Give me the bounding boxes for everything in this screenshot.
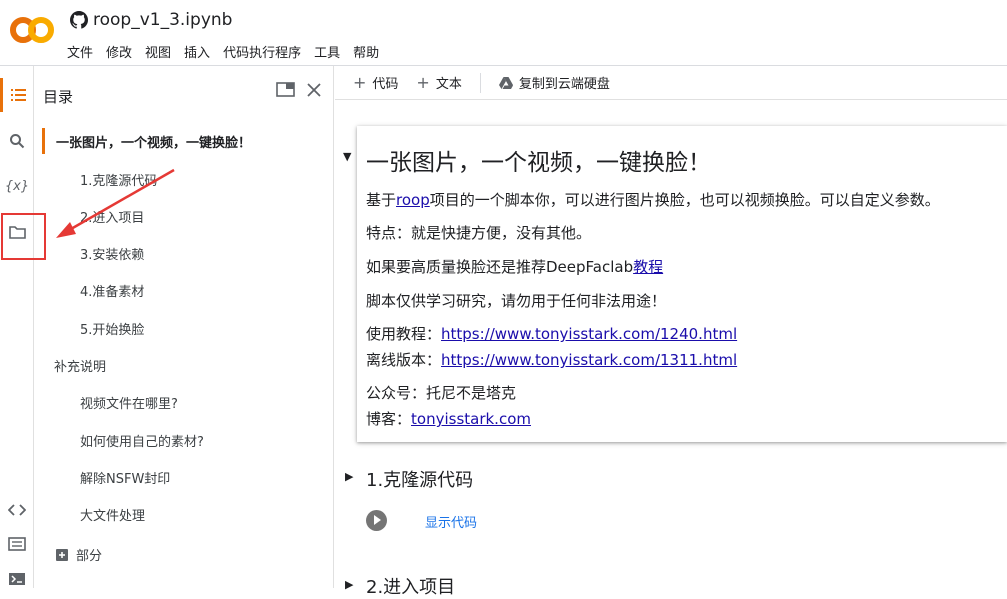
command-palette-icon (8, 537, 26, 551)
plus-box-icon (56, 548, 68, 561)
copy-to-drive-button[interactable]: 复制到云端硬盘 (498, 73, 610, 92)
wechat-line: 公众号：托尼不是塔克 (366, 384, 517, 402)
toc-title: 目录 (43, 88, 74, 106)
code-snippets-button[interactable] (0, 493, 34, 527)
blog-line: 博客：tonyisstark.com (366, 410, 531, 428)
section-title-clone: 1.克隆源代码 (366, 470, 474, 491)
add-code-button[interactable]: + 代码 (353, 73, 398, 92)
code-snippets-icon (8, 504, 26, 516)
command-palette-button[interactable] (0, 527, 34, 561)
menu-file[interactable]: 文件 (67, 42, 93, 61)
menu-help[interactable]: 帮助 (353, 42, 379, 61)
search-button[interactable] (0, 124, 34, 158)
app-header: roop_v1_3.ipynb 文件 修改 视图 插入 代码执行程序 工具 帮助 (0, 0, 1007, 66)
add-section-label: 部分 (76, 549, 103, 564)
copy-to-drive-label: 复制到云端硬盘 (518, 77, 610, 92)
plus-icon: + (353, 73, 367, 92)
disclaimer-paragraph: 脚本仅供学习研究，请勿用于任何非法用途！ (366, 292, 667, 310)
variables-button[interactable]: {x} (0, 169, 34, 203)
colab-logo[interactable] (10, 14, 54, 46)
notebook-area: + 代码 + 文本 复制到云端硬盘 ▼ 一张图片，一个视频，一键换脸！ 基于ro… (335, 66, 1007, 598)
menu-runtime[interactable]: 代码执行程序 (223, 42, 301, 61)
search-icon (10, 134, 25, 149)
cell-heading: 一张图片，一个视频，一键换脸！ (366, 150, 711, 176)
toc-item-nsfw[interactable]: 解除NSFW封印 (80, 468, 170, 487)
toc-item-install-deps[interactable]: 3.安装依赖 (80, 244, 144, 263)
notebook-title-text: roop_v1_3.ipynb (93, 10, 233, 30)
toc-header-actions (276, 81, 322, 99)
notebook-title[interactable]: roop_v1_3.ipynb (70, 10, 232, 30)
tutorial-link[interactable]: 教程 (633, 258, 663, 276)
intro-paragraph: 基于roop项目的一个脚本你，可以进行图片换脸，也可以视频换脸。可以自定义参数。 (366, 191, 940, 209)
add-text-button[interactable]: + 文本 (416, 73, 461, 92)
collapse-caret-icon[interactable]: ▼ (343, 150, 351, 163)
side-rail: {x} (0, 66, 34, 588)
roop-link[interactable]: roop (396, 191, 430, 209)
toc-item-start-swap[interactable]: 5.开始换脸 (80, 319, 144, 338)
show-code-link[interactable]: 显示代码 (425, 512, 477, 531)
text-cell[interactable]: 一张图片，一个视频，一键换脸！ 基于roop项目的一个脚本你，可以进行图片换脸，… (357, 126, 1007, 442)
toc-item-prepare-material[interactable]: 4.准备素材 (80, 281, 144, 300)
section-title-enter-project: 2.进入项目 (366, 577, 456, 598)
github-icon (70, 11, 88, 29)
terminal-icon (9, 573, 25, 585)
menu-edit[interactable]: 修改 (106, 42, 132, 61)
toolbar-divider (479, 72, 481, 93)
hq-paragraph: 如果要高质量换脸还是推荐DeepFaclab教程 (366, 258, 664, 276)
usage-tutorial-line: 使用教程：https://www.tonyisstark.com/1240.ht… (366, 325, 738, 343)
expand-caret-icon[interactable]: ▶ (345, 578, 353, 591)
menu-view[interactable]: 视图 (145, 42, 171, 61)
toc-icon (10, 89, 26, 101)
add-code-label: 代码 (372, 77, 399, 92)
blog-link[interactable]: tonyisstark.com (411, 410, 531, 428)
toc-item-enter-project[interactable]: 2.进入项目 (80, 207, 144, 226)
toc-item-main-title[interactable]: 一张图片，一个视频，一键换脸！ (56, 132, 251, 151)
expand-caret-icon[interactable]: ▶ (345, 470, 353, 483)
terminal-button[interactable] (0, 562, 34, 596)
toc-item-own-material[interactable]: 如何使用自己的素材? (80, 431, 204, 450)
toc-item-large-files[interactable]: 大文件处理 (80, 505, 145, 524)
feature-paragraph: 特点：就是快捷方便，没有其他。 (366, 224, 592, 242)
toc-item-clone[interactable]: 1.克隆源代码 (80, 170, 157, 189)
offline-version-line: 离线版本：https://www.tonyisstark.com/1311.ht… (366, 351, 738, 369)
usage-tutorial-link[interactable]: https://www.tonyisstark.com/1240.html (441, 325, 737, 343)
add-text-label: 文本 (435, 77, 462, 92)
notebook-toolbar: + 代码 + 文本 复制到云端硬盘 (335, 66, 1007, 100)
highlight-box (1, 213, 46, 260)
offline-version-link[interactable]: https://www.tonyisstark.com/1311.html (441, 351, 737, 369)
variables-icon: {x} (4, 178, 30, 194)
menu-bar: 文件 修改 视图 插入 代码执行程序 工具 帮助 (67, 42, 392, 61)
run-cell-button[interactable] (366, 510, 387, 531)
toc-header: 目录 (34, 66, 334, 122)
close-icon[interactable] (306, 82, 322, 98)
toc-active-indicator (42, 128, 45, 154)
drive-icon (498, 76, 513, 89)
toc-button[interactable] (0, 78, 34, 112)
plus-icon: + (416, 73, 430, 92)
toc-panel: 目录 一张图片，一个视频，一键换脸！ 1.克隆源代码 2.进入项目 3.安装依赖… (34, 66, 334, 588)
toc-item-video-location[interactable]: 视频文件在哪里? (80, 393, 178, 412)
toc-item-supplement[interactable]: 补充说明 (54, 356, 106, 375)
open-in-tab-icon[interactable] (276, 81, 296, 99)
menu-insert[interactable]: 插入 (184, 42, 210, 61)
menu-tools[interactable]: 工具 (314, 42, 340, 61)
add-section-button[interactable]: 部分 (56, 545, 102, 564)
